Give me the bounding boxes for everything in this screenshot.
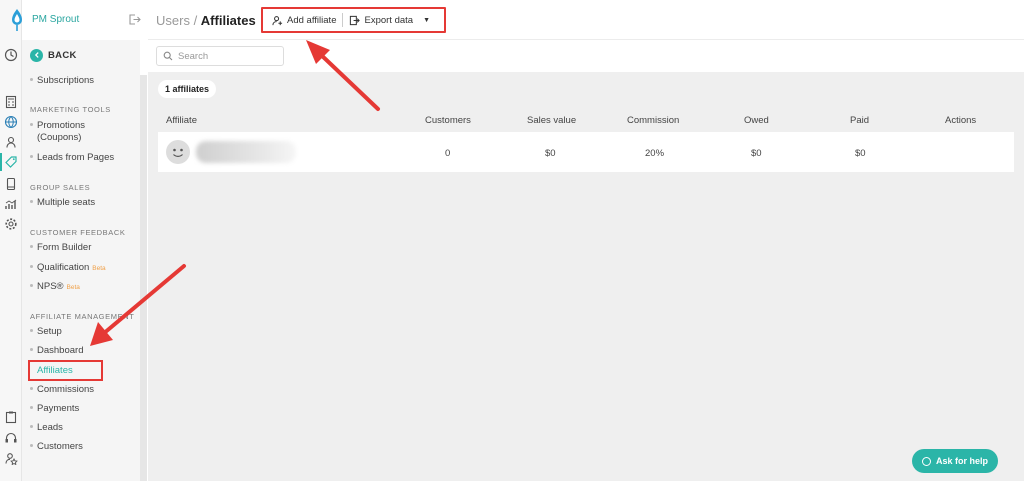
affiliate-count-badge: 1 affiliates [158, 80, 217, 98]
menu-item-multiple-seats[interactable]: Multiple seats [30, 197, 95, 209]
avatar [166, 140, 190, 164]
clock-icon[interactable] [4, 48, 18, 62]
globe-icon[interactable] [4, 115, 18, 129]
mobile-icon[interactable] [4, 177, 18, 191]
menu-item-leads-from-pages[interactable]: Leads from Pages [30, 152, 114, 164]
help-icon [922, 456, 931, 466]
headset-icon[interactable] [4, 431, 18, 445]
clipboard-icon[interactable] [4, 410, 18, 424]
brand-name: PM Sprout [32, 14, 80, 25]
bar-chart-icon[interactable] [4, 197, 18, 211]
cell-paid: $0 [855, 148, 866, 159]
column-header-commission[interactable]: Commission [627, 115, 679, 126]
brand-logo-icon [8, 8, 26, 32]
column-header-actions: Actions [945, 115, 977, 126]
ask-for-help-button[interactable]: Ask for help [912, 449, 999, 473]
back-button[interactable]: BACK [30, 48, 77, 62]
breadcrumb-separator: / [189, 13, 201, 28]
icon-rail [0, 0, 22, 481]
smiley-face-icon [167, 141, 189, 163]
search-icon [163, 51, 173, 61]
menu-section-marketing: MARKETING TOOLS [30, 105, 111, 114]
gear-icon[interactable] [4, 217, 18, 231]
calculator-icon[interactable] [4, 95, 18, 109]
cell-customers: 0 [445, 148, 451, 159]
menu-section-customer-feedback: CUSTOMER FEEDBACK [30, 228, 126, 237]
column-header-owed[interactable]: Owed [744, 115, 769, 126]
cell-owed: $0 [751, 148, 762, 159]
menu-scrollbar[interactable] [140, 75, 147, 481]
breadcrumb: Users / Affiliates [156, 13, 256, 28]
column-header-customers[interactable]: Customers [425, 115, 471, 126]
menu-item-nps[interactable]: NPS® Beta [30, 281, 80, 294]
tag-icon[interactable] [4, 155, 18, 169]
annotation-highlight-toolbar [261, 7, 446, 33]
beta-badge: Beta [66, 284, 80, 291]
user-icon[interactable] [4, 135, 18, 149]
column-header-paid[interactable]: Paid [850, 115, 869, 126]
cell-commission: 20% [645, 148, 665, 159]
menu-item-promotions[interactable]: Promotions [30, 120, 85, 132]
menu-item-promotions-sub[interactable]: (Coupons) [30, 132, 81, 144]
cell-sales-value: $0 [545, 148, 556, 159]
menu-item-subscriptions[interactable]: Subscriptions [30, 75, 94, 87]
menu-item-setup[interactable]: Setup [30, 326, 62, 338]
menu-section-affiliate-management: AFFILIATE MANAGEMENT [30, 312, 135, 321]
page-title: Affiliates [200, 13, 256, 28]
beta-badge: Beta [92, 265, 106, 272]
menu-item-commissions[interactable]: Commissions [30, 384, 94, 396]
menu-item-dashboard[interactable]: Dashboard [30, 345, 83, 357]
menu-item-form-builder[interactable]: Form Builder [30, 242, 91, 254]
logout-icon[interactable] [128, 13, 141, 26]
menu-item-qualification[interactable]: Qualification Beta [30, 262, 106, 275]
back-label: BACK [48, 49, 77, 61]
annotation-highlight-affiliates [28, 360, 103, 381]
user-star-icon[interactable] [4, 451, 18, 465]
column-header-affiliate[interactable]: Affiliate [166, 115, 197, 126]
back-arrow-icon [30, 48, 43, 62]
breadcrumb-parent[interactable]: Users [156, 13, 190, 28]
column-header-sales-value[interactable]: Sales value [527, 115, 576, 126]
search-box[interactable] [156, 46, 284, 66]
search-input[interactable] [178, 50, 278, 62]
menu-section-group-sales: GROUP SALES [30, 183, 91, 192]
menu-item-leads[interactable]: Leads [30, 422, 63, 434]
menu-item-customers[interactable]: Customers [30, 441, 83, 453]
menu-item-payments[interactable]: Payments [30, 403, 79, 415]
redacted-affiliate-name [196, 141, 296, 163]
rail-active-indicator [0, 153, 2, 171]
